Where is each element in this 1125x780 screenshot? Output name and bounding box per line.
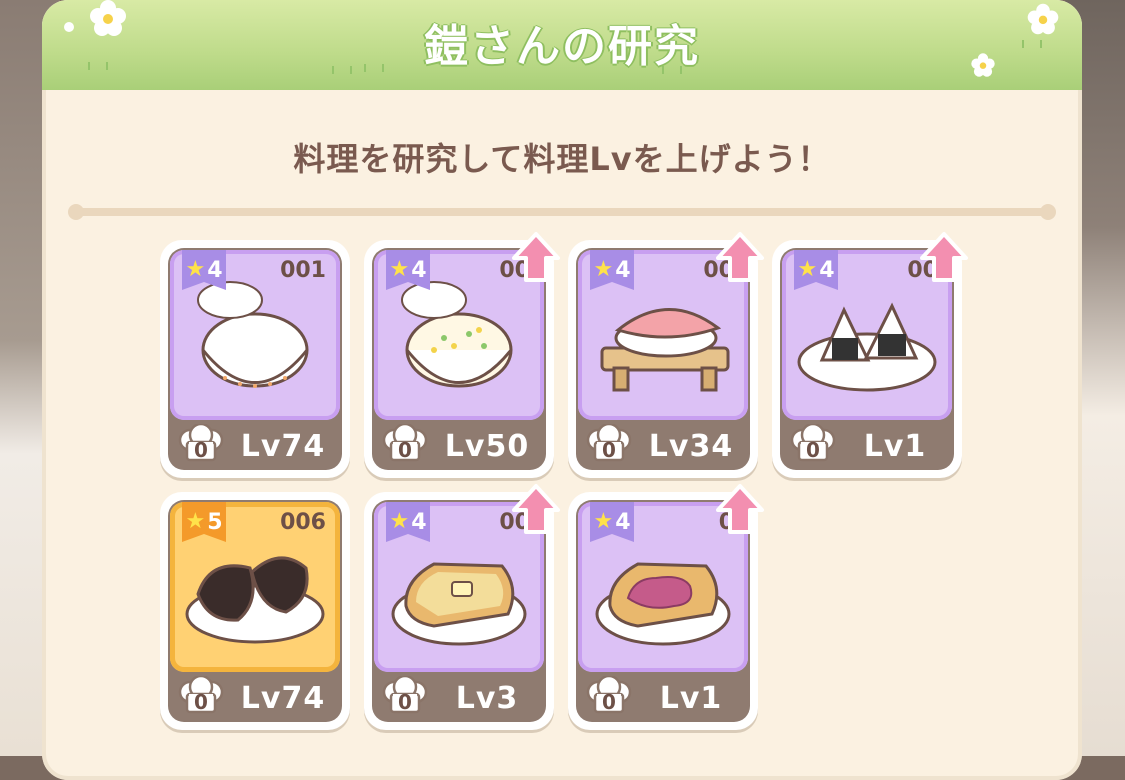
chef-count: 0 (194, 438, 208, 462)
recipe-footer: 0 Lv1 (780, 420, 954, 470)
recipe-card[interactable]: ★ 5 006 0 Lv74 (160, 492, 350, 730)
chef-count: 0 (602, 438, 616, 462)
level-up-arrow-icon (916, 230, 972, 286)
recipe-card[interactable]: ★ 4 001 0 Lv74 (160, 240, 350, 478)
recipe-level: Lv74 (240, 429, 326, 464)
star-count: 4 (411, 257, 427, 283)
recipe-level: Lv3 (455, 681, 519, 716)
star-count: 4 (615, 509, 631, 535)
recipe-level: Lv74 (240, 681, 326, 716)
star-count: 4 (207, 257, 223, 283)
recipe-art: ★ 4 001 (170, 250, 340, 420)
recipe-card-body: ★ 5 006 0 Lv74 (168, 500, 342, 722)
recipe-level: Lv50 (444, 429, 530, 464)
chef-count: 0 (602, 690, 616, 714)
recipe-footer: 0 Lv74 (168, 672, 342, 722)
recipe-card[interactable]: ★ 4 00 0 Lv50 (364, 240, 554, 478)
chef-count: 0 (194, 690, 208, 714)
star-count: 5 (207, 509, 223, 535)
panel-header: 鎧さんの研究 (42, 0, 1082, 90)
star-count: 4 (615, 257, 631, 283)
recipe-card[interactable]: ★ 4 0 0 Lv1 (568, 492, 758, 730)
recipe-level: Lv1 (863, 429, 927, 464)
star-icon: ★ (185, 509, 206, 534)
star-icon: ★ (593, 509, 614, 534)
level-up-arrow-icon (712, 230, 768, 286)
recipe-art: ★ 5 006 (170, 502, 340, 672)
recipe-footer: 0 Lv3 (372, 672, 546, 722)
divider (68, 204, 1056, 220)
recipe-footer: 0 Lv34 (576, 420, 750, 470)
recipe-card[interactable]: ★ 4 00 0 Lv3 (364, 492, 554, 730)
recipe-card[interactable]: ★ 4 00 0 Lv1 (772, 240, 962, 478)
star-icon: ★ (593, 257, 614, 282)
star-count: 4 (411, 509, 427, 535)
recipe-level: Lv34 (648, 429, 734, 464)
star-icon: ★ (185, 257, 206, 282)
level-up-arrow-icon (508, 482, 564, 538)
recipe-number: 001 (280, 258, 326, 283)
recipe-card-body: ★ 4 001 0 Lv74 (168, 248, 342, 470)
page-title: 鎧さんの研究 (424, 21, 700, 72)
chef-count: 0 (398, 438, 412, 462)
star-icon: ★ (797, 257, 818, 282)
instruction-text: 料理を研究して料理Lvを上げよう！ (293, 140, 831, 178)
star-count: 4 (819, 257, 835, 283)
chef-count: 0 (806, 438, 820, 462)
star-icon: ★ (389, 257, 410, 282)
recipe-footer: 0 Lv74 (168, 420, 342, 470)
level-up-arrow-icon (508, 230, 564, 286)
chef-count: 0 (398, 690, 412, 714)
recipe-footer: 0 Lv50 (372, 420, 546, 470)
star-icon: ★ (389, 509, 410, 534)
recipe-level: Lv1 (659, 681, 723, 716)
recipe-number: 006 (280, 510, 326, 535)
level-up-arrow-icon (712, 482, 768, 538)
recipe-footer: 0 Lv1 (576, 672, 750, 722)
recipe-card[interactable]: ★ 4 00 0 Lv34 (568, 240, 758, 478)
